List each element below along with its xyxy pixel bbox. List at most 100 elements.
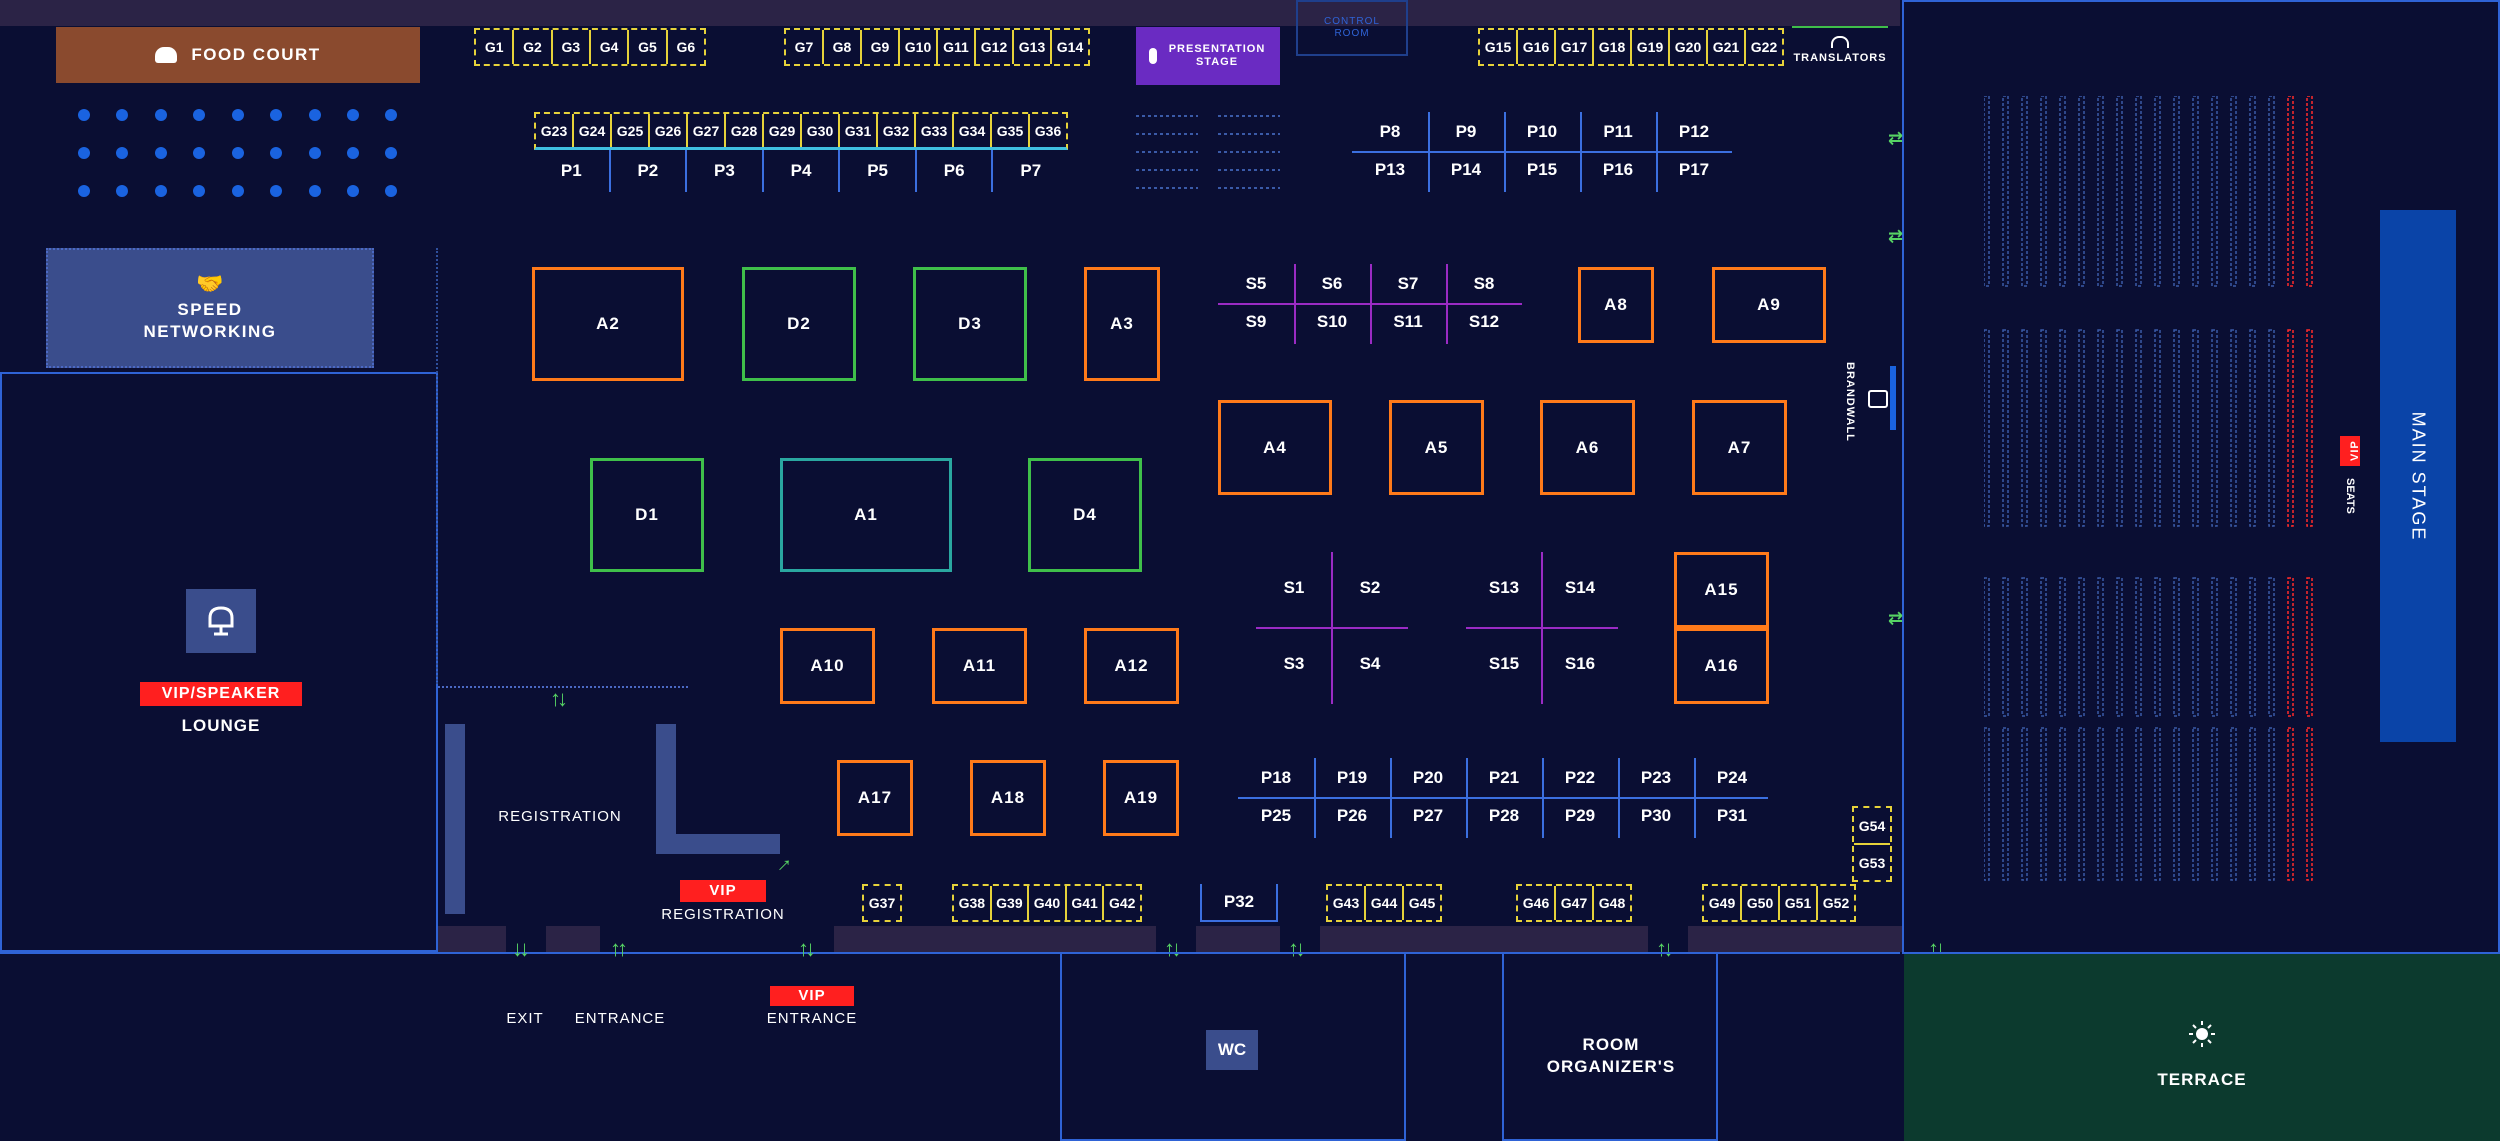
s-booth[interactable]: S4 — [1340, 654, 1400, 674]
g-booth[interactable]: G47 — [1554, 886, 1592, 920]
g-booth[interactable]: G15 — [1480, 30, 1516, 64]
booth-a15[interactable]: A15 — [1674, 552, 1769, 628]
g-booth[interactable]: G22 — [1744, 30, 1782, 64]
g-booth[interactable]: G33 — [914, 114, 952, 147]
booth-a18[interactable]: A18 — [970, 760, 1046, 836]
p-booth[interactable]: P17 — [1664, 160, 1724, 180]
g-booth[interactable]: G46 — [1518, 886, 1554, 920]
g-booth[interactable]: G26 — [648, 114, 686, 147]
p-booth[interactable]: P12 — [1664, 122, 1724, 142]
p-booth[interactable]: P2 — [608, 150, 686, 192]
p-booth[interactable]: P18 — [1246, 768, 1306, 788]
booth-a5[interactable]: A5 — [1389, 400, 1484, 495]
vip-entrance-label[interactable]: ENTRANCE — [752, 1010, 872, 1027]
g-booth[interactable]: G29 — [762, 114, 800, 147]
booth-a9[interactable]: A9 — [1712, 267, 1826, 343]
p-booth[interactable]: P9 — [1436, 122, 1496, 142]
g-booth[interactable]: G31 — [838, 114, 876, 147]
g-booth[interactable]: G54 — [1854, 808, 1890, 843]
p-booth[interactable]: P21 — [1474, 768, 1534, 788]
g-booth[interactable]: G49 — [1704, 886, 1740, 920]
g-booth[interactable]: G20 — [1668, 30, 1706, 64]
booth-a7[interactable]: A7 — [1692, 400, 1787, 495]
p-booth[interactable]: P30 — [1626, 806, 1686, 826]
s-booth[interactable]: S1 — [1264, 578, 1324, 598]
p32-booth[interactable]: P32 — [1200, 884, 1278, 922]
p-booth[interactable]: P7 — [991, 150, 1068, 192]
g-booth[interactable]: G48 — [1592, 886, 1630, 920]
presentation-stage[interactable]: PRESENTATION STAGE — [1136, 27, 1280, 85]
s-booth[interactable]: S15 — [1474, 654, 1534, 674]
entrance-label[interactable]: ENTRANCE — [560, 1010, 680, 1027]
p-booth[interactable]: P23 — [1626, 768, 1686, 788]
g-booth[interactable]: G19 — [1630, 30, 1668, 64]
g-booth[interactable]: G51 — [1778, 886, 1816, 920]
s-booth[interactable]: S13 — [1474, 578, 1534, 598]
p-booth[interactable]: P11 — [1588, 122, 1648, 142]
g-booth[interactable]: G1 — [476, 30, 512, 64]
booth-a2[interactable]: A2 — [532, 267, 684, 381]
p-booth[interactable]: P3 — [685, 150, 762, 192]
g-booth[interactable]: G50 — [1740, 886, 1778, 920]
g-booth[interactable]: G7 — [786, 30, 822, 64]
s-booth[interactable]: S12 — [1454, 312, 1514, 332]
s-booth[interactable]: S16 — [1550, 654, 1610, 674]
s-booth[interactable]: S11 — [1378, 312, 1438, 332]
g-booth[interactable]: G36 — [1028, 114, 1066, 147]
booth-a19[interactable]: A19 — [1103, 760, 1179, 836]
s-booth[interactable]: S10 — [1302, 312, 1362, 332]
p-booth[interactable]: P24 — [1702, 768, 1762, 788]
booth-a17[interactable]: A17 — [837, 760, 913, 836]
vip-speaker-lounge[interactable]: VIP/SPEAKER LOUNGE — [0, 372, 438, 952]
p-booth[interactable]: P1 — [534, 150, 609, 192]
g-booth[interactable]: G13 — [1012, 30, 1050, 64]
booth-d2[interactable]: D2 — [742, 267, 856, 381]
s-booth[interactable]: S2 — [1340, 578, 1400, 598]
p-booth[interactable]: P20 — [1398, 768, 1458, 788]
p-booth[interactable]: P25 — [1246, 806, 1306, 826]
g-booth[interactable]: G2 — [512, 30, 550, 64]
s-booth[interactable]: S7 — [1378, 274, 1438, 294]
g-booth[interactable]: G37 — [862, 884, 902, 922]
s-booth[interactable]: S5 — [1226, 274, 1286, 294]
booth-d3[interactable]: D3 — [913, 267, 1027, 381]
p-booth[interactable]: P13 — [1360, 160, 1420, 180]
booth-a3[interactable]: A3 — [1084, 267, 1160, 381]
g-booth[interactable]: G35 — [990, 114, 1028, 147]
g-booth[interactable]: G6 — [665, 30, 704, 64]
p-booth[interactable]: P15 — [1512, 160, 1572, 180]
s-booth[interactable]: S8 — [1454, 274, 1514, 294]
exit-label[interactable]: EXIT — [480, 1010, 570, 1027]
p-booth[interactable]: P19 — [1322, 768, 1382, 788]
g-booth[interactable]: G17 — [1554, 30, 1592, 64]
booth-a10[interactable]: A10 — [780, 628, 875, 704]
g-booth[interactable]: G39 — [989, 886, 1028, 920]
g-booth[interactable]: G25 — [610, 114, 648, 147]
g-booth[interactable]: G27 — [686, 114, 724, 147]
booth-a16[interactable]: A16 — [1674, 628, 1769, 704]
s-booth[interactable]: S3 — [1264, 654, 1324, 674]
g-booth[interactable]: G28 — [724, 114, 762, 147]
s-booth[interactable]: S6 — [1302, 274, 1362, 294]
booth-a6[interactable]: A6 — [1540, 400, 1635, 495]
g-booth[interactable]: G40 — [1027, 886, 1065, 920]
booth-d1[interactable]: D1 — [590, 458, 704, 572]
g-booth[interactable]: G12 — [974, 30, 1012, 64]
g-booth[interactable]: G45 — [1402, 886, 1440, 920]
p-booth[interactable]: P5 — [838, 150, 915, 192]
p-booth[interactable]: P8 — [1360, 122, 1420, 142]
booth-a11[interactable]: A11 — [932, 628, 1027, 704]
p-booth[interactable]: P27 — [1398, 806, 1458, 826]
g-booth[interactable]: G34 — [952, 114, 990, 147]
g-booth[interactable]: G8 — [822, 30, 860, 64]
p-booth[interactable]: P14 — [1436, 160, 1496, 180]
g-booth[interactable]: G3 — [550, 30, 589, 64]
g-booth[interactable]: G11 — [936, 30, 974, 64]
s-booth[interactable]: S9 — [1226, 312, 1286, 332]
p-booth[interactable]: P26 — [1322, 806, 1382, 826]
booth-d4[interactable]: D4 — [1028, 458, 1142, 572]
g-booth[interactable]: G23 — [536, 114, 572, 147]
p-booth[interactable]: P6 — [914, 150, 992, 192]
wc-label[interactable]: WC — [1206, 1030, 1258, 1070]
p-booth[interactable]: P22 — [1550, 768, 1610, 788]
